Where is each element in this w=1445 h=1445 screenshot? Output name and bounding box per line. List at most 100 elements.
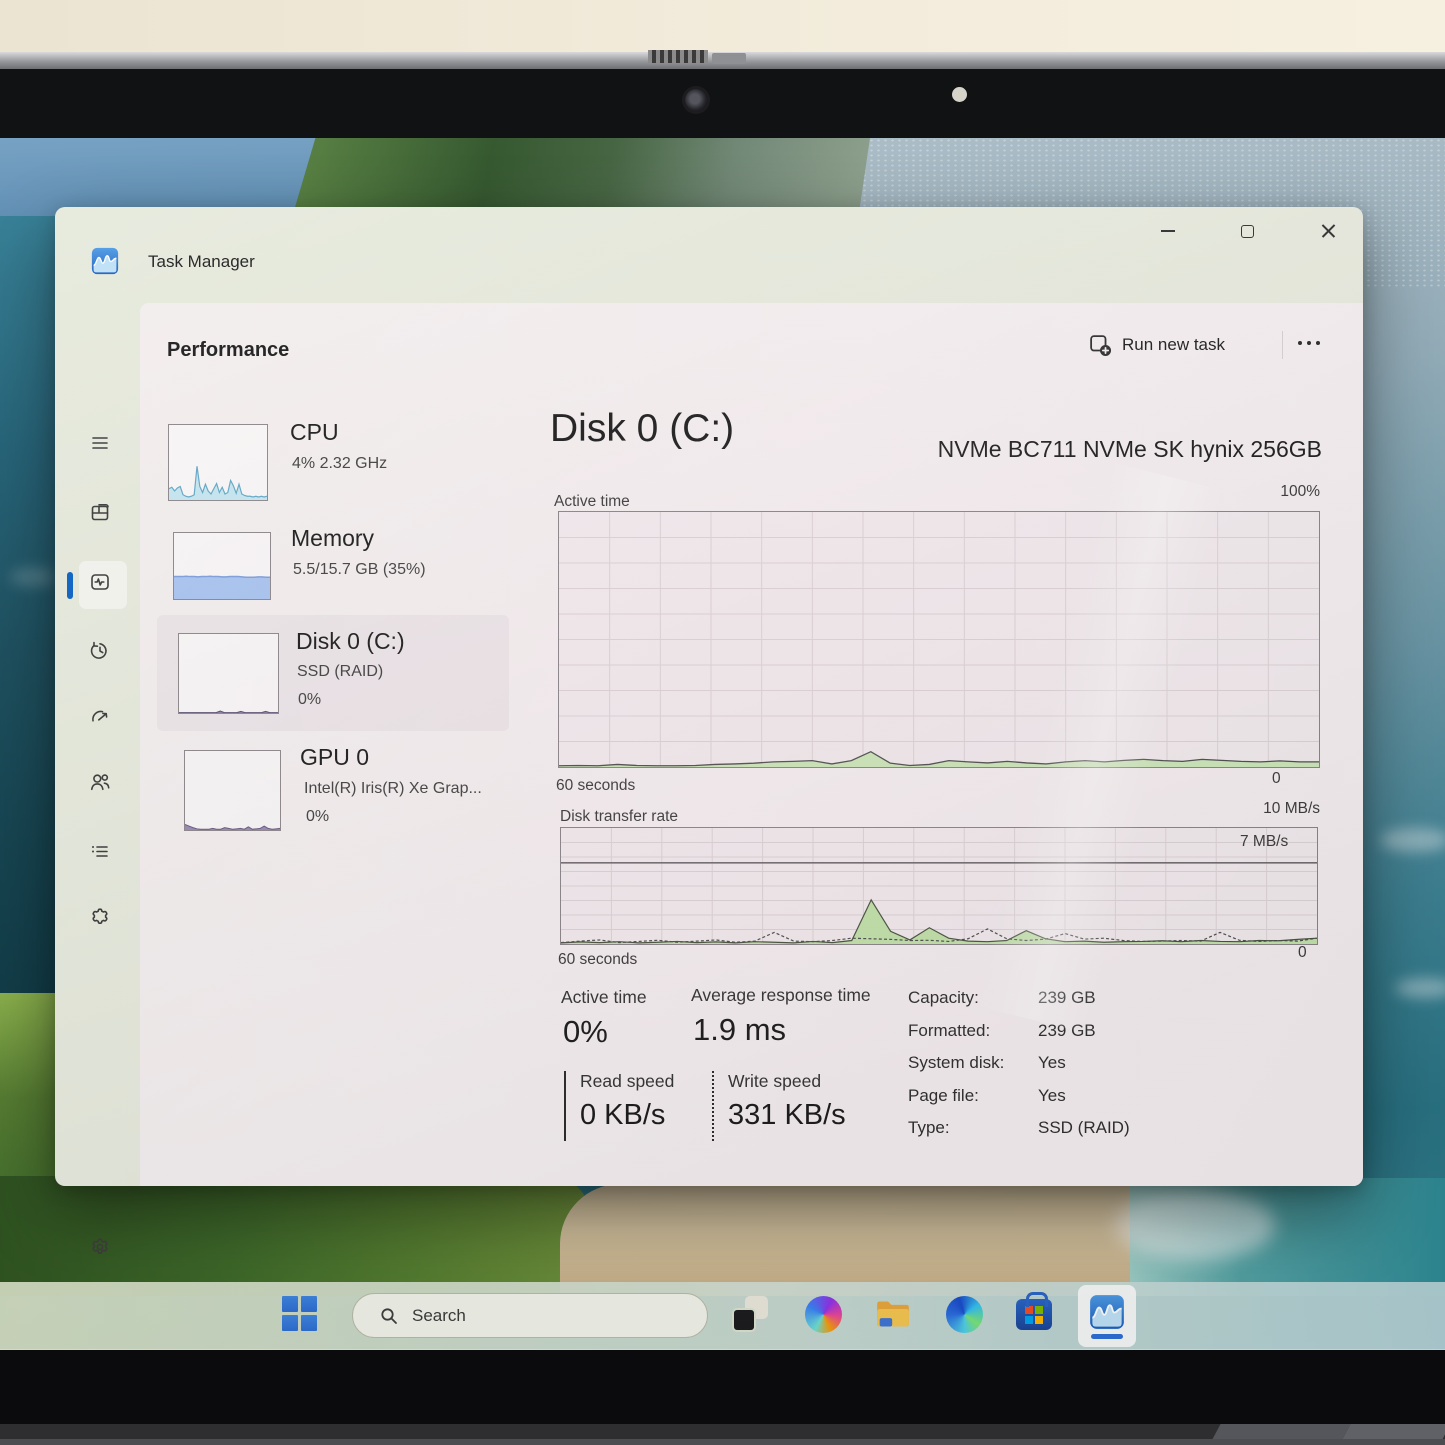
perf-row-gpu-sub: Intel(R) Iris(R) Xe Grap... bbox=[304, 780, 482, 798]
maximize-button[interactable] bbox=[1224, 211, 1270, 251]
active-time-min-label: 0 bbox=[1272, 770, 1281, 788]
memory-mini-chart bbox=[173, 532, 271, 600]
processes-icon bbox=[88, 500, 118, 530]
read-speed-label: Read speed bbox=[580, 1071, 704, 1092]
write-speed-block: Write speed 331 KB/s bbox=[712, 1071, 872, 1141]
sidebar-item-details[interactable] bbox=[79, 830, 127, 878]
hinge-connector bbox=[648, 50, 708, 63]
microsoft-store-icon bbox=[1016, 1299, 1052, 1330]
close-icon bbox=[1321, 224, 1336, 239]
gpu-mini-chart bbox=[184, 750, 281, 831]
wallpaper-water-left bbox=[0, 216, 62, 1016]
transfer-chart-label: Disk transfer rate bbox=[560, 808, 678, 826]
performance-panel: Performance Run new task CPU 4% bbox=[140, 303, 1363, 1186]
settings-gear-icon bbox=[88, 1235, 118, 1265]
task-manager-app-icon bbox=[91, 247, 119, 275]
maximize-icon bbox=[1241, 225, 1254, 238]
task-manager-window: Task Manager bbox=[55, 207, 1363, 1186]
run-new-task-button[interactable]: Run new task bbox=[1088, 325, 1225, 365]
sidebar-item-app-history[interactable] bbox=[79, 630, 127, 678]
taskbar-task-manager-button[interactable] bbox=[1078, 1285, 1136, 1347]
perf-row-cpu-name: CPU bbox=[290, 419, 339, 446]
file-explorer-button[interactable] bbox=[873, 1294, 913, 1334]
search-input[interactable]: Search bbox=[352, 1293, 708, 1338]
sidebar-item-processes[interactable] bbox=[79, 491, 127, 539]
disk-device-name: NVMe BC711 NVMe SK hynix 256GB bbox=[938, 436, 1322, 463]
microsoft-store-button[interactable] bbox=[1016, 1299, 1052, 1330]
startup-gauge-icon bbox=[88, 705, 118, 735]
run-new-task-icon bbox=[1088, 333, 1112, 357]
header-divider bbox=[1282, 331, 1283, 359]
wallpaper-foam bbox=[10, 568, 56, 586]
photo-of-laptop: Task Manager bbox=[0, 0, 1445, 1445]
perf-row-disk-name: Disk 0 (C:) bbox=[296, 628, 405, 655]
perf-row-memory-detail: 5.5/15.7 GB (35%) bbox=[293, 561, 426, 579]
edge-icon bbox=[946, 1296, 983, 1333]
perf-row-disk-sub: SSD (RAID) bbox=[297, 663, 383, 681]
start-button[interactable] bbox=[282, 1296, 318, 1332]
transfer-min-label: 0 bbox=[1298, 944, 1307, 962]
laptop-base-edge bbox=[0, 1439, 1445, 1445]
search-icon bbox=[379, 1306, 399, 1326]
formatted-label: Formatted: bbox=[908, 1021, 990, 1041]
stat-avg-response-value: 1.9 ms bbox=[693, 1012, 786, 1048]
wallpaper-foam bbox=[1380, 828, 1445, 852]
sidebar-item-performance[interactable] bbox=[79, 561, 127, 609]
task-view-button[interactable] bbox=[730, 1294, 770, 1334]
perf-row-gpu-percent: 0% bbox=[306, 808, 329, 826]
laptop-top-bezel bbox=[0, 69, 1445, 138]
minimize-button[interactable] bbox=[1145, 211, 1191, 251]
services-cog-icon bbox=[88, 905, 118, 935]
close-button[interactable] bbox=[1305, 211, 1351, 251]
transfer-rate-chart bbox=[560, 827, 1318, 945]
transfer-xspan-label: 60 seconds bbox=[558, 951, 637, 969]
type-value: SSD (RAID) bbox=[1038, 1118, 1130, 1138]
transfer-max-label: 10 MB/s bbox=[1263, 800, 1320, 818]
wallpaper-foam bbox=[1395, 978, 1445, 998]
copilot-button[interactable] bbox=[805, 1296, 842, 1333]
write-speed-label: Write speed bbox=[728, 1071, 872, 1092]
more-options-button[interactable] bbox=[1298, 341, 1320, 345]
active-time-chart-label: Active time bbox=[554, 493, 630, 511]
minimize-icon bbox=[1161, 230, 1175, 232]
search-placeholder: Search bbox=[412, 1306, 466, 1326]
file-explorer-icon bbox=[873, 1294, 913, 1334]
hinge-connector-tab bbox=[712, 53, 746, 64]
sidebar-item-services[interactable] bbox=[79, 896, 127, 944]
edge-button[interactable] bbox=[946, 1296, 983, 1333]
perf-row-gpu-name: GPU 0 bbox=[300, 744, 369, 771]
wallpaper-beach bbox=[560, 1184, 1200, 1296]
disk-title: Disk 0 (C:) bbox=[550, 407, 734, 451]
background-wall bbox=[0, 0, 1445, 52]
formatted-value: 239 GB bbox=[1038, 1021, 1096, 1041]
wallpaper-surf-foam bbox=[1115, 1190, 1275, 1260]
read-speed-block: Read speed 0 KB/s bbox=[564, 1071, 704, 1141]
active-time-chart bbox=[558, 511, 1320, 768]
type-label: Type: bbox=[908, 1118, 950, 1138]
windows-start-icon bbox=[282, 1296, 318, 1332]
sidebar-item-menu[interactable] bbox=[79, 421, 127, 469]
write-speed-value: 331 KB/s bbox=[728, 1099, 872, 1132]
page-file-label: Page file: bbox=[908, 1086, 979, 1106]
laptop-screen: Task Manager bbox=[0, 138, 1445, 1350]
capacity-label: Capacity: bbox=[908, 988, 979, 1008]
sidebar-item-settings[interactable] bbox=[79, 1226, 127, 1274]
details-list-icon bbox=[88, 839, 118, 869]
active-time-xspan-label: 60 seconds bbox=[556, 777, 635, 795]
copilot-icon bbox=[805, 1296, 842, 1333]
system-disk-label: System disk: bbox=[908, 1053, 1004, 1073]
run-new-task-label: Run new task bbox=[1122, 335, 1225, 355]
sidebar-item-startup-apps[interactable] bbox=[79, 696, 127, 744]
stat-avg-response-label: Average response time bbox=[691, 985, 871, 1006]
active-app-indicator bbox=[1091, 1334, 1123, 1339]
active-time-max-label: 100% bbox=[1280, 483, 1320, 501]
cpu-mini-chart bbox=[168, 424, 268, 501]
read-speed-value: 0 KB/s bbox=[580, 1099, 704, 1132]
users-icon bbox=[88, 770, 118, 800]
perf-row-memory-name: Memory bbox=[291, 525, 374, 552]
page-title: Performance bbox=[167, 339, 289, 362]
page-file-value: Yes bbox=[1038, 1086, 1066, 1106]
perf-row-cpu-detail: 4% 2.32 GHz bbox=[292, 455, 387, 473]
sidebar bbox=[55, 303, 140, 1186]
sidebar-item-users[interactable] bbox=[79, 761, 127, 809]
